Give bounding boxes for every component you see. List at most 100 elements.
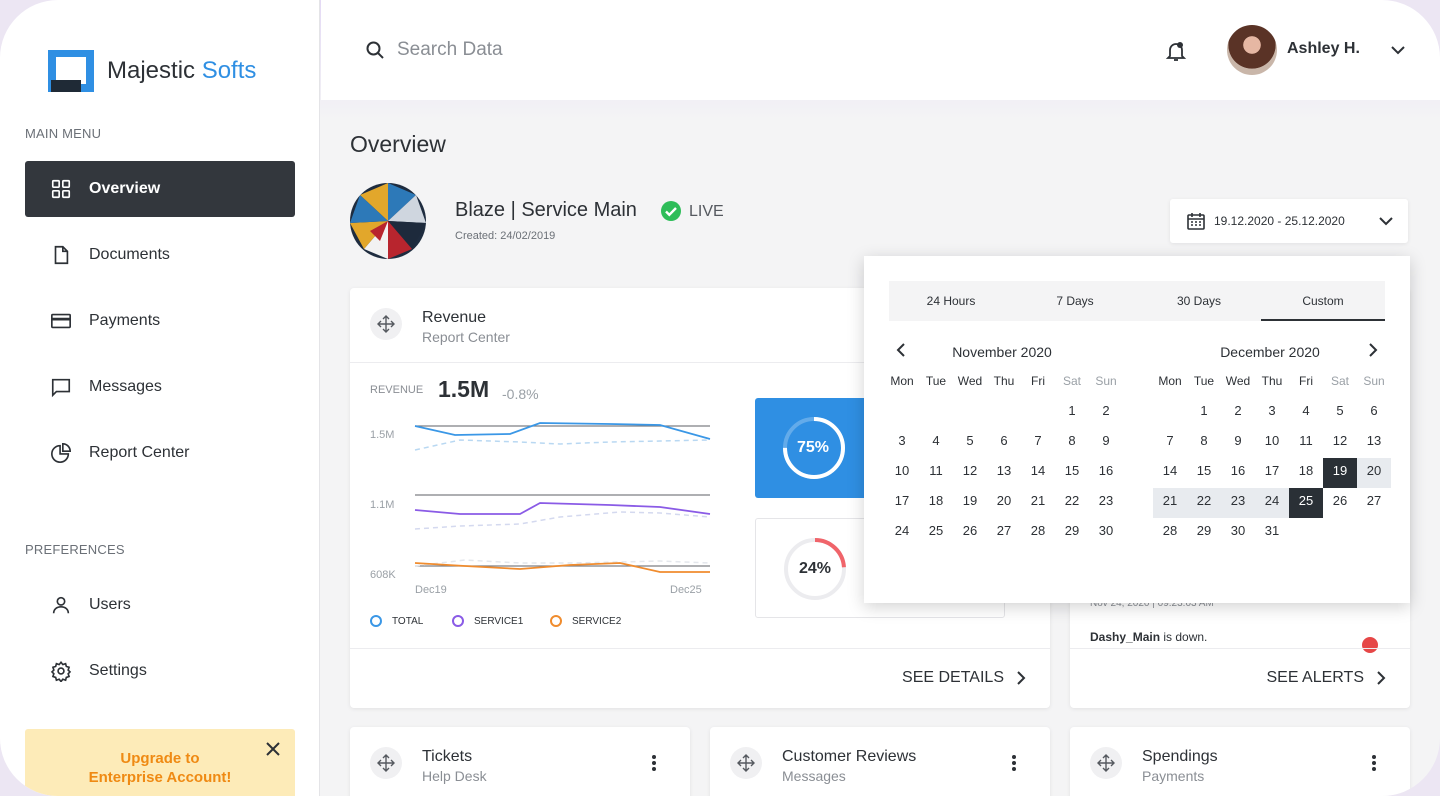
calendar-day[interactable]: 15 — [1055, 458, 1089, 488]
calendar-day[interactable]: 5 — [1323, 398, 1357, 428]
sidebar-item-report-center[interactable]: Report Center — [25, 425, 295, 481]
calendar-day[interactable]: 5 — [953, 428, 987, 458]
app-window: Majestic Softs MAIN MENU Overview Docume… — [0, 0, 1440, 796]
calendar-day[interactable]: 27 — [987, 518, 1021, 548]
calendar-day[interactable]: 21 — [1153, 488, 1187, 518]
calendar-day[interactable]: 14 — [1021, 458, 1055, 488]
calendar-day[interactable]: 14 — [1153, 458, 1187, 488]
calendar-day[interactable]: 20 — [1357, 458, 1391, 488]
calendar-day[interactable]: 8 — [1187, 428, 1221, 458]
calendar-day[interactable]: 16 — [1221, 458, 1255, 488]
calendar-day[interactable]: 30 — [1221, 518, 1255, 548]
sidebar-item-settings[interactable]: Settings — [25, 643, 295, 699]
calendar-day[interactable]: 6 — [987, 428, 1021, 458]
calendar-day[interactable]: 19 — [1323, 458, 1357, 488]
calendar-day[interactable]: 8 — [1055, 428, 1089, 458]
calendar-empty-cell — [885, 398, 919, 428]
see-details-link[interactable]: SEE DETAILS — [902, 669, 1026, 687]
move-icon[interactable] — [1090, 747, 1122, 779]
sidebar-item-overview[interactable]: Overview — [25, 161, 295, 217]
sidebar-item-messages[interactable]: Messages — [25, 359, 295, 415]
calendar-day[interactable]: 9 — [1089, 428, 1123, 458]
move-icon[interactable] — [370, 747, 402, 779]
calendar-day[interactable]: 3 — [885, 428, 919, 458]
y-axis-label: 1.5M — [370, 429, 395, 441]
calendar-day[interactable]: 2 — [1089, 398, 1123, 428]
calendar-day[interactable]: 22 — [1187, 488, 1221, 518]
tab-30-days[interactable]: 30 Days — [1137, 281, 1261, 321]
calendar-day[interactable]: 10 — [1255, 428, 1289, 458]
calendar-day[interactable]: 28 — [1153, 518, 1187, 548]
calendar-day[interactable]: 1 — [1187, 398, 1221, 428]
calendar-day[interactable]: 21 — [1021, 488, 1055, 518]
calendar-day[interactable]: 29 — [1187, 518, 1221, 548]
credit-card-icon — [49, 309, 73, 333]
calendar-day[interactable]: 31 — [1255, 518, 1289, 548]
calendar-day[interactable]: 29 — [1055, 518, 1089, 548]
calendar-day[interactable]: 23 — [1089, 488, 1123, 518]
tab-24-hours[interactable]: 24 Hours — [889, 281, 1013, 321]
calendar-day[interactable]: 4 — [1289, 398, 1323, 428]
user-name[interactable]: Ashley H. — [1287, 40, 1360, 58]
see-alerts-link[interactable]: SEE ALERTS — [1266, 669, 1386, 687]
move-icon[interactable] — [730, 747, 762, 779]
calendar-day[interactable]: 11 — [919, 458, 953, 488]
calendar-day[interactable]: 6 — [1357, 398, 1391, 428]
calendar-day[interactable]: 10 — [885, 458, 919, 488]
more-options-icon[interactable] — [651, 754, 657, 772]
calendar-day[interactable]: 9 — [1221, 428, 1255, 458]
calendar-day[interactable]: 18 — [919, 488, 953, 518]
avatar[interactable] — [1227, 25, 1277, 75]
calendar-day[interactable]: 24 — [1255, 488, 1289, 518]
calendar-week: 14 15 16 17 18 19 20 — [1153, 458, 1391, 488]
chevron-right-icon[interactable] — [1366, 342, 1380, 358]
calendar-day[interactable]: 11 — [1289, 428, 1323, 458]
calendar-day[interactable]: 4 — [919, 428, 953, 458]
brand-logo[interactable]: Majestic Softs — [48, 50, 256, 92]
calendar-day[interactable]: 2 — [1221, 398, 1255, 428]
legend-label: TOTAL — [392, 615, 424, 627]
calendar-day[interactable]: 17 — [1255, 458, 1289, 488]
more-options-icon[interactable] — [1371, 754, 1377, 772]
calendar-day[interactable]: 26 — [953, 518, 987, 548]
sidebar-item-documents[interactable]: Documents — [25, 227, 295, 283]
date-range-picker[interactable]: 19.12.2020 - 25.12.2020 — [1170, 199, 1408, 243]
calendar-day[interactable]: 16 — [1089, 458, 1123, 488]
search-icon[interactable] — [365, 40, 385, 60]
upgrade-banner[interactable]: Upgrade to Enterprise Account! — [25, 729, 295, 796]
calendar-day[interactable]: 22 — [1055, 488, 1089, 518]
calendar-day[interactable]: 26 — [1323, 488, 1357, 518]
calendar-day[interactable]: 7 — [1021, 428, 1055, 458]
close-icon[interactable] — [265, 741, 281, 757]
calendar-day[interactable]: 1 — [1055, 398, 1089, 428]
calendar-day[interactable]: 15 — [1187, 458, 1221, 488]
calendar-day[interactable]: 12 — [1323, 428, 1357, 458]
more-options-icon[interactable] — [1011, 754, 1017, 772]
calendar-day[interactable]: 25 — [919, 518, 953, 548]
calendar-day[interactable]: 20 — [987, 488, 1021, 518]
search-input[interactable] — [397, 36, 697, 64]
tab-custom[interactable]: Custom — [1261, 281, 1385, 321]
alert-row[interactable]: Nov 24, 2020 | 09:23:03 AM Dashy_Main is… — [1070, 598, 1410, 653]
tab-7-days[interactable]: 7 Days — [1013, 281, 1137, 321]
calendar-day[interactable]: 24 — [885, 518, 919, 548]
calendar-day[interactable]: 23 — [1221, 488, 1255, 518]
calendar-day[interactable]: 27 — [1357, 488, 1391, 518]
move-icon[interactable] — [370, 308, 402, 340]
calendar-day[interactable]: 30 — [1089, 518, 1123, 548]
calendar-day[interactable]: 18 — [1289, 458, 1323, 488]
sidebar-item-users[interactable]: Users — [25, 577, 295, 633]
sidebar-item-label: Settings — [89, 662, 147, 679]
calendar-day[interactable]: 13 — [1357, 428, 1391, 458]
calendar-day[interactable]: 3 — [1255, 398, 1289, 428]
calendar-day[interactable]: 17 — [885, 488, 919, 518]
calendar-day[interactable]: 19 — [953, 488, 987, 518]
calendar-day[interactable]: 25 — [1289, 488, 1323, 518]
sidebar-item-payments[interactable]: Payments — [25, 293, 295, 349]
calendar-day[interactable]: 7 — [1153, 428, 1187, 458]
calendar-day[interactable]: 28 — [1021, 518, 1055, 548]
calendar-day[interactable]: 13 — [987, 458, 1021, 488]
notification-bell-icon[interactable] — [1165, 40, 1187, 62]
calendar-day[interactable]: 12 — [953, 458, 987, 488]
chevron-down-icon[interactable] — [1389, 41, 1407, 59]
